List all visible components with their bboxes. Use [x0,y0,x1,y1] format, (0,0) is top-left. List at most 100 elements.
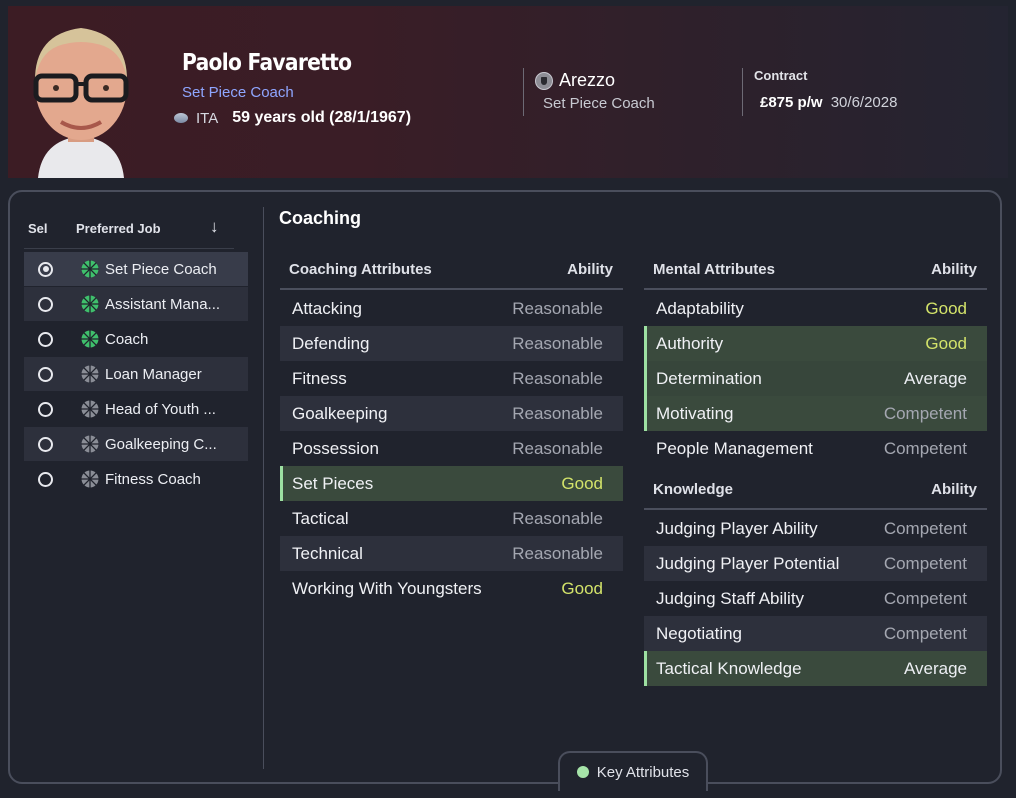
contract-expiry: 30/6/2028 [830,94,898,111]
green-pie-icon [81,295,99,313]
grey-pie-icon [81,435,99,453]
attribute-row[interactable]: Tactical Reasonable [280,501,623,536]
nationality-row: ITA 59 years old (28/1/1967) [174,109,411,127]
mental-attributes-header: Mental Attributes Ability [644,252,987,290]
radio-button[interactable] [38,366,53,382]
grey-pie-icon [81,400,99,418]
table-title: Coaching Attributes [289,261,432,278]
preferred-job-header: Sel Preferred Job ↓ [24,217,234,249]
attribute-row[interactable]: Adaptability Good [644,291,987,326]
staff-role-link[interactable]: Set Piece Coach [182,84,294,101]
attribute-name: People Management [656,439,813,458]
attribute-name: Motivating [656,404,734,423]
wage-value: £875 p/w [760,94,823,111]
attribute-row[interactable]: People Management Competent [644,431,987,466]
flag-icon [174,113,188,123]
attribute-row[interactable]: Judging Staff Ability Competent [644,581,987,616]
attribute-name: Determination [656,369,762,388]
attribute-row[interactable]: Goalkeeping Reasonable [280,396,623,431]
attribute-row[interactable]: Fitness Reasonable [280,361,623,396]
attribute-value: Competent [883,624,967,643]
job-row[interactable]: Coach [24,322,248,356]
job-row[interactable]: Assistant Mana... [24,287,248,321]
job-label: Goalkeeping C... [105,435,217,453]
attribute-value: Reasonable [512,404,603,423]
sel-column-header[interactable]: Sel [28,221,48,236]
attribute-name: Working With Youngsters [292,579,482,598]
attribute-value: Average [903,369,967,388]
club-name[interactable]: Arezzo [559,70,615,91]
attribute-name: Set Pieces [292,474,374,493]
job-row[interactable]: Head of Youth ... [24,392,248,426]
attribute-row-key[interactable]: Tactical Knowledge Average [644,651,987,686]
attribute-name: Attacking [292,299,362,318]
ability-column-header: Ability [931,261,977,278]
header-divider [523,68,524,116]
table-title: Knowledge [653,481,734,498]
ability-column-header: Ability [567,261,613,278]
age-text: 59 years old (28/1/1967) [232,109,412,126]
attribute-name: Defending [292,334,370,353]
attribute-name: Goalkeeping [292,404,388,423]
radio-button[interactable] [38,436,53,452]
green-pie-icon [81,330,99,348]
attribute-row[interactable]: Judging Player Ability Competent [644,511,987,546]
radio-button[interactable] [38,471,53,487]
club-row: Arezzo [535,70,615,91]
attribute-row-key[interactable]: Set Pieces Good [280,466,623,501]
job-row[interactable]: Set Piece Coach [24,252,248,286]
job-label: Loan Manager [105,365,202,383]
radio-button[interactable] [38,401,53,417]
attribute-value: Average [903,659,967,678]
attribute-value: Good [561,579,603,598]
attribute-value: Reasonable [512,369,603,388]
attribute-value: Good [925,334,967,353]
radio-button[interactable] [38,331,53,347]
job-row[interactable]: Goalkeeping C... [24,427,248,461]
attribute-value: Reasonable [512,439,603,458]
job-label: Fitness Coach [105,470,201,488]
attribute-value: Good [925,299,967,318]
attribute-name: Judging Player Potential [656,554,840,573]
attribute-value: Competent [883,439,967,458]
job-label: Set Piece Coach [105,260,217,278]
attribute-name: Judging Staff Ability [656,589,805,608]
grey-pie-icon [81,470,99,488]
attribute-name: Tactical [292,509,349,528]
preferred-job-column-header[interactable]: Preferred Job [76,221,161,236]
attribute-name: Authority [656,334,724,353]
attribute-row[interactable]: Working With Youngsters Good [280,571,623,606]
attribute-row[interactable]: Possession Reasonable [280,431,623,466]
radio-button[interactable] [38,261,53,277]
attribute-value: Competent [883,589,967,608]
attribute-row[interactable]: Defending Reasonable [280,326,623,361]
coaching-attributes-header: Coaching Attributes Ability [280,252,623,290]
attribute-row-key[interactable]: Authority Good [644,326,987,361]
attribute-value: Competent [883,554,967,573]
job-row[interactable]: Loan Manager [24,357,248,391]
radio-button[interactable] [38,296,53,312]
attribute-row[interactable]: Judging Player Potential Competent [644,546,987,581]
attribute-row-key[interactable]: Motivating Competent [644,396,987,431]
key-dot-icon [576,766,589,778]
nationality-code[interactable]: ITA [196,110,218,127]
section-title: Coaching [279,208,362,228]
attribute-name: Adaptability [656,299,744,318]
job-row[interactable]: Fitness Coach [24,462,248,496]
attribute-value: Reasonable [512,334,603,353]
attribute-name: Tactical Knowledge [656,659,802,678]
staff-name: Paolo Favaretto [182,50,352,76]
contract-details: £875 p/w 30/6/2028 [760,94,897,111]
attribute-value: Competent [883,404,967,423]
sort-arrow-icon[interactable]: ↓ [210,217,219,237]
attribute-row-key[interactable]: Determination Average [644,361,987,396]
attribute-row[interactable]: Technical Reasonable [280,536,623,571]
attribute-row[interactable]: Negotiating Competent [644,616,987,651]
attribute-value: Good [561,474,603,493]
attribute-row[interactable]: Attacking Reasonable [280,291,623,326]
key-attributes-toggle[interactable]: Key Attributes [558,751,708,791]
attribute-name: Negotiating [656,624,743,643]
attribute-name: Possession [292,439,379,458]
attribute-name: Judging Player Ability [656,519,818,538]
attribute-name: Technical [292,544,363,563]
